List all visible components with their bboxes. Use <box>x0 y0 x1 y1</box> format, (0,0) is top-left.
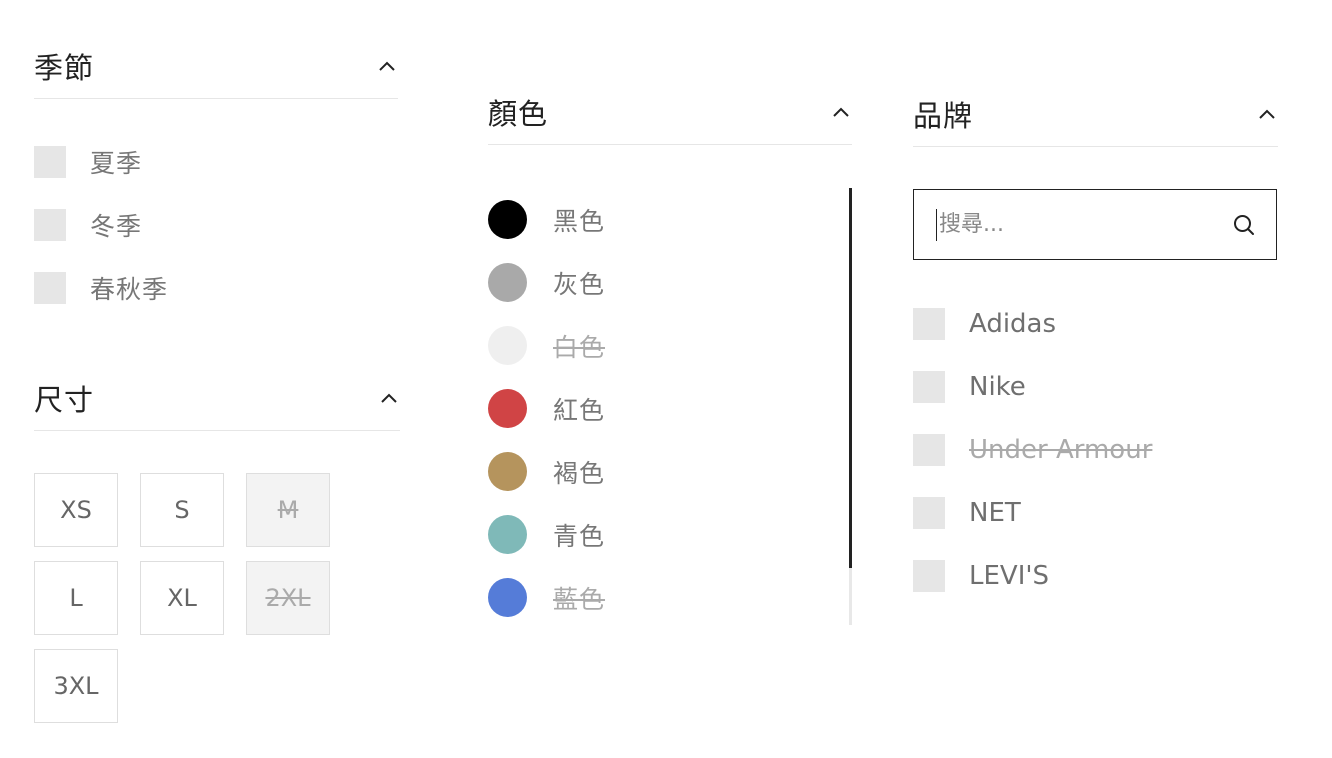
color-swatch <box>488 389 527 428</box>
brand-option-net[interactable]: NET <box>913 481 1278 544</box>
color-option-cyan[interactable]: 青色 <box>488 503 852 566</box>
color-list-scrollbar-thumb[interactable] <box>849 188 852 568</box>
brand-checkbox <box>913 433 945 466</box>
brand-option-under-armour: Under Armour <box>913 418 1278 481</box>
color-swatch <box>488 200 527 239</box>
season-option-label: 冬季 <box>90 211 143 241</box>
size-filter-header[interactable]: 尺寸 <box>34 366 400 431</box>
brand-filter-header[interactable]: 品牌 <box>913 82 1278 147</box>
color-option-label: 黑色 <box>553 206 606 236</box>
brand-option-list: Adidas Nike Under Armour NET LEVI'S <box>913 292 1278 607</box>
size-option-xl[interactable]: XL <box>140 561 224 635</box>
search-icon[interactable] <box>1232 213 1256 237</box>
color-option-label: 藍色 <box>553 584 606 614</box>
size-option-m: M <box>246 473 330 547</box>
color-swatch <box>488 578 527 617</box>
color-swatch <box>488 263 527 302</box>
color-option-label: 白色 <box>553 332 606 362</box>
size-filter-panel: 尺寸 XS S M L XL 2XL 3XL <box>34 366 400 723</box>
season-option-spring-autumn[interactable]: 春秋季 <box>34 256 398 319</box>
size-option-grid: XS S M L XL 2XL 3XL <box>34 473 400 723</box>
color-swatch <box>488 326 527 365</box>
chevron-up-icon[interactable] <box>830 101 852 123</box>
brand-option-nike[interactable]: Nike <box>913 355 1278 418</box>
brand-option-label: Under Armour <box>969 434 1153 465</box>
brand-option-label: Nike <box>969 371 1026 402</box>
brand-checkbox[interactable] <box>913 496 945 529</box>
brand-checkbox[interactable] <box>913 370 945 403</box>
season-option-label: 春秋季 <box>90 274 169 304</box>
brand-filter-panel: 品牌 Adidas Nike Under Armour NET LEVI'S <box>913 82 1278 607</box>
color-list-scrollbar[interactable] <box>849 188 852 625</box>
color-swatch <box>488 515 527 554</box>
color-option-white: 白色 <box>488 314 852 377</box>
season-option-summer[interactable]: 夏季 <box>34 130 398 193</box>
season-option-label: 夏季 <box>90 148 143 178</box>
color-swatch <box>488 452 527 491</box>
brand-option-label: NET <box>969 497 1021 528</box>
color-option-label: 灰色 <box>553 269 606 299</box>
chevron-up-icon[interactable] <box>378 387 400 409</box>
season-option-winter[interactable]: 冬季 <box>34 193 398 256</box>
chevron-up-icon[interactable] <box>1256 103 1278 125</box>
season-filter-title: 季節 <box>34 51 95 85</box>
brand-search-input[interactable] <box>936 208 1232 241</box>
color-option-black[interactable]: 黑色 <box>488 188 852 251</box>
brand-option-adidas[interactable]: Adidas <box>913 292 1278 355</box>
color-option-label: 青色 <box>553 521 606 551</box>
chevron-up-icon[interactable] <box>376 55 398 77</box>
size-option-xs[interactable]: XS <box>34 473 118 547</box>
color-option-red[interactable]: 紅色 <box>488 377 852 440</box>
color-option-gray[interactable]: 灰色 <box>488 251 852 314</box>
season-option-list: 夏季 冬季 春秋季 <box>34 130 398 319</box>
brand-search-box <box>913 189 1277 260</box>
brand-checkbox[interactable] <box>913 559 945 592</box>
season-checkbox[interactable] <box>34 208 66 241</box>
brand-option-label: LEVI'S <box>969 560 1050 591</box>
size-option-s[interactable]: S <box>140 473 224 547</box>
color-option-scroll-area: 黑色 灰色 白色 紅色 褐色 青色 藍色 <box>488 188 852 625</box>
brand-filter-title: 品牌 <box>913 99 974 133</box>
size-option-3xl[interactable]: 3XL <box>34 649 118 723</box>
size-option-l[interactable]: L <box>34 561 118 635</box>
size-filter-title: 尺寸 <box>34 383 95 417</box>
color-option-blue: 藍色 <box>488 566 852 629</box>
color-filter-title: 顏色 <box>488 97 549 131</box>
color-option-label: 褐色 <box>553 458 606 488</box>
brand-option-label: Adidas <box>969 308 1057 339</box>
color-option-label: 紅色 <box>553 395 606 425</box>
size-option-2xl: 2XL <box>246 561 330 635</box>
season-checkbox[interactable] <box>34 271 66 304</box>
brand-option-levis[interactable]: LEVI'S <box>913 544 1278 607</box>
season-filter-header[interactable]: 季節 <box>34 34 398 99</box>
brand-checkbox[interactable] <box>913 307 945 340</box>
season-checkbox[interactable] <box>34 145 66 178</box>
color-filter-panel: 顏色 黑色 灰色 白色 紅色 褐色 青色 藍色 <box>488 80 852 625</box>
color-filter-header[interactable]: 顏色 <box>488 80 852 145</box>
season-filter-panel: 季節 夏季 冬季 春秋季 <box>34 34 398 319</box>
color-option-brown[interactable]: 褐色 <box>488 440 852 503</box>
